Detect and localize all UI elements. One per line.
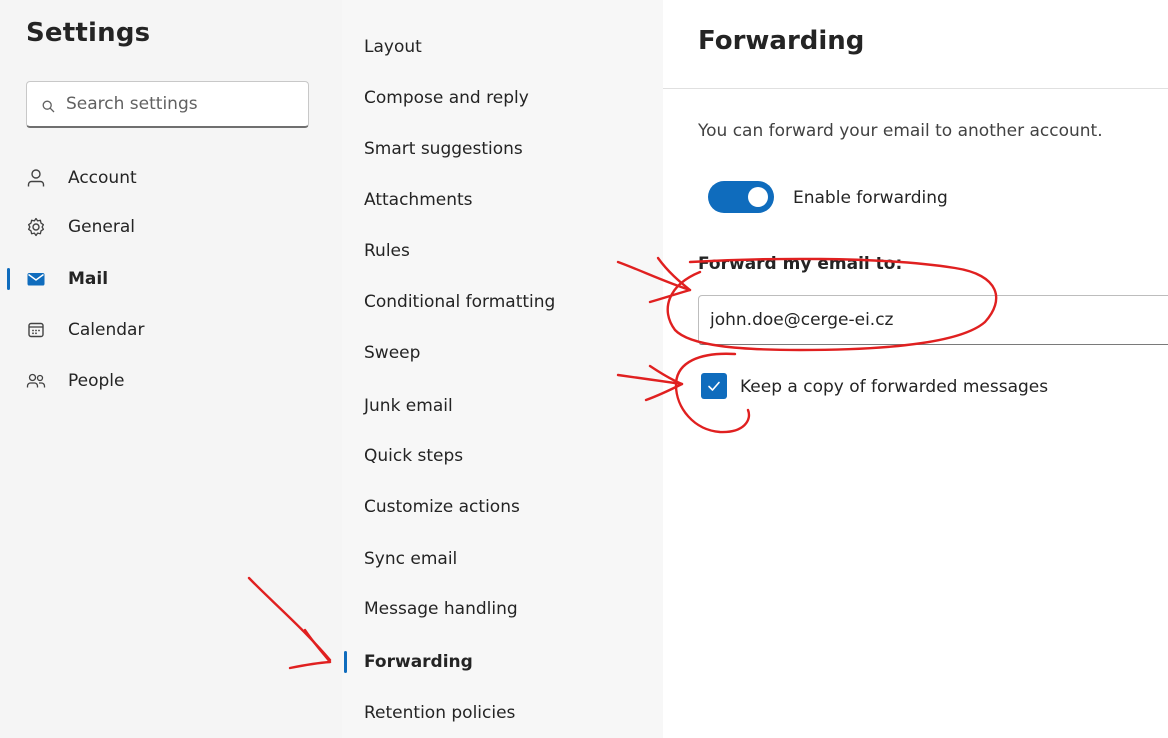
mail-nav-forwarding[interactable]: Forwarding [364,647,473,677]
nav-calendar-label: Calendar [68,320,145,340]
mail-nav-quick-steps[interactable]: Quick steps [364,441,463,471]
mail-nav-sync-email[interactable]: Sync email [364,544,457,574]
enable-forwarding-label: Enable forwarding [793,188,948,208]
nav-account-label: Account [68,168,137,188]
gear-icon [26,217,46,237]
forward-email-input[interactable] [698,295,1168,345]
nav-calendar[interactable]: Calendar [26,315,144,345]
calendar-icon [26,320,46,340]
nav-general-label: General [68,217,135,237]
mail-nav-layout[interactable]: Layout [364,32,422,62]
mail-nav-sweep[interactable]: Sweep [364,338,420,368]
person-icon [26,168,46,188]
forwarding-description: You can forward your email to another ac… [698,121,1103,141]
header-divider [663,88,1168,89]
mail-nav-conditional-formatting[interactable]: Conditional formatting [364,287,555,317]
mail-nav-retention-policies[interactable]: Retention policies [364,698,515,728]
mail-nav-attachments[interactable]: Attachments [364,185,473,215]
people-icon [26,371,46,391]
mail-icon [26,269,46,289]
keep-copy-checkbox[interactable] [701,373,727,399]
nav-people-label: People [68,371,125,391]
settings-sidebar: Settings Account General Mail Cale [0,0,342,738]
page-title: Forwarding [698,26,865,56]
active-indicator [344,651,347,673]
search-input[interactable] [64,93,298,115]
forward-to-label: Forward my email to: [698,254,903,274]
search-box[interactable] [26,81,309,128]
enable-forwarding-toggle[interactable] [708,181,774,213]
checkmark-icon [708,381,720,391]
mail-nav-junk-email[interactable]: Junk email [364,391,453,421]
mail-nav-compose-and-reply[interactable]: Compose and reply [364,83,529,113]
mail-settings-nav: Layout Compose and reply Smart suggestio… [342,0,663,738]
nav-general[interactable]: General [26,212,135,242]
mail-nav-customize-actions[interactable]: Customize actions [364,492,520,522]
search-icon [42,98,55,112]
toggle-knob [748,187,768,207]
nav-mail[interactable]: Mail [26,264,108,294]
nav-account[interactable]: Account [26,163,137,193]
forwarding-panel: Forwarding You can forward your email to… [663,0,1168,738]
mail-nav-rules[interactable]: Rules [364,236,410,266]
nav-mail-label: Mail [68,269,109,289]
mail-nav-message-handling[interactable]: Message handling [364,594,518,624]
active-indicator [7,268,10,290]
settings-title: Settings [26,18,151,48]
keep-copy-label: Keep a copy of forwarded messages [740,377,1049,397]
mail-nav-smart-suggestions[interactable]: Smart suggestions [364,134,523,164]
nav-people[interactable]: People [26,366,124,396]
